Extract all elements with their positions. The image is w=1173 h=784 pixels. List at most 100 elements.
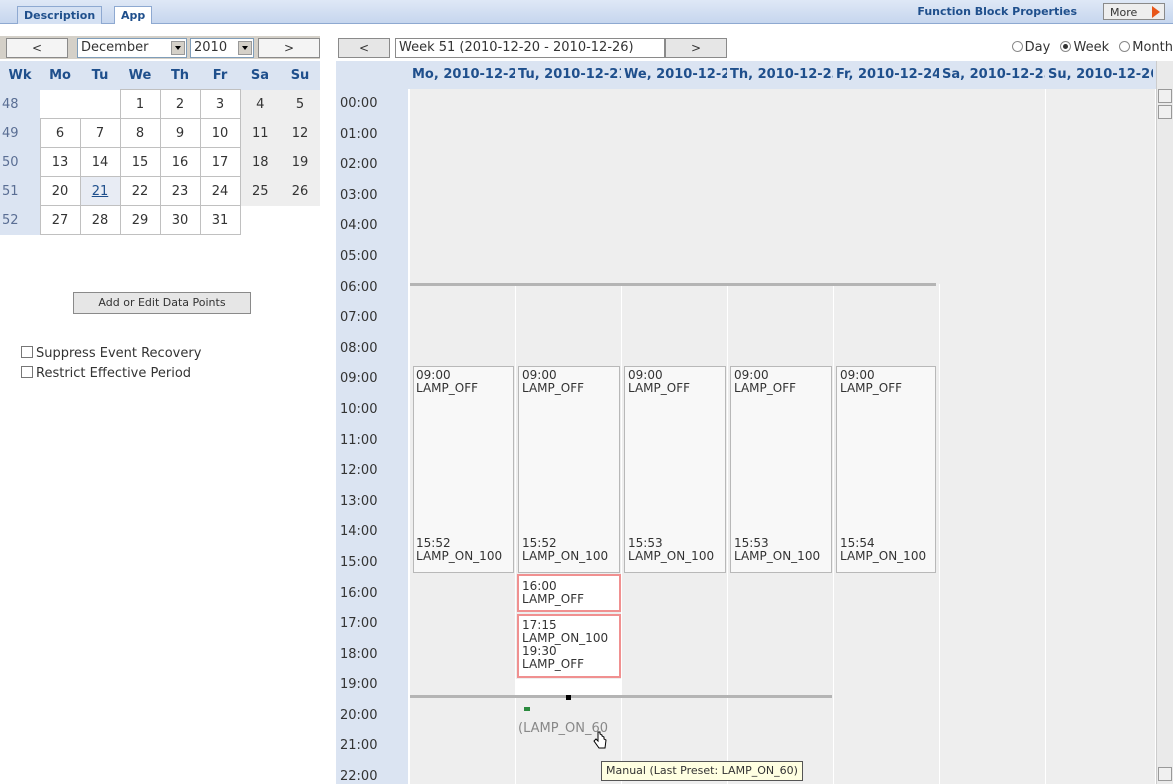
time-label: 19:00 — [340, 677, 378, 693]
week-number[interactable]: 49 — [0, 118, 40, 148]
time-label: 03:00 — [340, 187, 378, 203]
year-select[interactable]: 2010 — [190, 38, 254, 58]
radio-month[interactable]: Month — [1119, 40, 1173, 55]
chevron-down-icon — [238, 41, 252, 55]
calendar-day[interactable]: 19 — [280, 147, 320, 177]
prev-week-button[interactable]: < — [338, 38, 390, 58]
calendar-day[interactable]: 10 — [199, 118, 241, 148]
calendar-day[interactable]: 6 — [39, 118, 81, 148]
vertical-scrollbar[interactable] — [1156, 61, 1173, 784]
calendar-day[interactable]: 13 — [39, 147, 81, 177]
calendar-day[interactable]: 4 — [240, 89, 280, 119]
calendar-day[interactable]: 17 — [199, 147, 241, 177]
week-number[interactable]: 50 — [0, 147, 40, 177]
calendar-day[interactable]: 7 — [79, 118, 121, 148]
time-label: 10:00 — [340, 401, 378, 417]
calendar-day[interactable]: 11 — [240, 118, 280, 148]
calendar-day[interactable]: 5 — [280, 89, 320, 119]
radio-week[interactable]: Week — [1060, 40, 1109, 55]
event-label: LAMP_ON_100 — [840, 549, 927, 563]
calendar-day[interactable]: 24 — [199, 176, 241, 206]
day-header-tu[interactable]: Tu, 2010-12-21 — [516, 61, 621, 89]
tab-app[interactable]: App — [114, 6, 153, 24]
calendar-day[interactable]: 20 — [39, 176, 81, 206]
calendar-day[interactable]: 28 — [79, 205, 121, 235]
event-we-off[interactable]: 09:00 LAMP_OFF — [628, 369, 726, 395]
day-header-sa[interactable]: Sa, 2010-12-25 — [940, 61, 1045, 89]
time-label: 12:00 — [340, 463, 378, 479]
time-label: 16:00 — [340, 585, 378, 601]
calendar-day[interactable]: 27 — [39, 205, 81, 235]
calendar-day[interactable]: 30 — [159, 205, 201, 235]
event-th-off[interactable]: 09:00 LAMP_OFF — [734, 369, 832, 395]
calendar-day[interactable]: 15 — [119, 147, 161, 177]
time-label: 21:00 — [340, 738, 378, 754]
time-label: 05:00 — [340, 248, 378, 264]
event-we-on[interactable]: 15:53 LAMP_ON_100 — [628, 537, 726, 563]
event-tu-on[interactable]: 15:52 LAMP_ON_100 — [522, 537, 620, 563]
calendar-day[interactable]: 16 — [159, 147, 201, 177]
day-header-we[interactable]: We, 2010-12-22 — [622, 61, 727, 89]
calendar-day[interactable]: 22 — [119, 176, 161, 206]
tab-bar: Description App Function Block Propertie… — [0, 0, 1173, 24]
calendar-day[interactable]: 31 — [199, 205, 241, 235]
scroll-down-button[interactable] — [1158, 767, 1172, 781]
event-mo-off[interactable]: 09:00 LAMP_OFF — [416, 369, 514, 395]
calendar-day[interactable]: 29 — [119, 205, 161, 235]
calendar-day[interactable]: 26 — [280, 176, 320, 206]
event-mo-on[interactable]: 15:52 LAMP_ON_100 — [416, 537, 514, 563]
drag-handle[interactable] — [566, 695, 571, 700]
week-number[interactable]: 52 — [0, 205, 40, 235]
day-column-sa[interactable] — [940, 89, 1046, 784]
day-header-fr[interactable]: Fr, 2010-12-24 — [834, 61, 939, 89]
time-label: 06:00 — [340, 279, 378, 295]
calendar-day[interactable]: 12 — [280, 118, 320, 148]
calendar-day[interactable]: 14 — [79, 147, 121, 177]
week-label: Week 51 (2010-12-20 - 2010-12-26) — [395, 38, 665, 58]
calendar-day[interactable]: 18 — [240, 147, 280, 177]
day-header-mo[interactable]: Mo, 2010-12-20 — [410, 61, 515, 89]
prev-month-button[interactable]: < — [6, 38, 68, 58]
calendar-day[interactable]: 9 — [159, 118, 201, 148]
tab-description[interactable]: Description — [17, 6, 103, 24]
month-select[interactable]: December — [77, 38, 187, 58]
radio-icon — [1119, 41, 1131, 52]
radio-day[interactable]: Day — [1011, 40, 1050, 55]
day-header-th[interactable]: Th, 2010-12-23 — [728, 61, 833, 89]
event-fr-off[interactable]: 09:00 LAMP_OFF — [840, 369, 936, 395]
scroll-thumb[interactable] — [1158, 105, 1172, 119]
week-number[interactable]: 51 — [0, 176, 40, 206]
day-header-su[interactable]: Su, 2010-12-26 — [1046, 61, 1153, 89]
calendar-day[interactable]: 2 — [159, 89, 201, 119]
radio-week-label: Week — [1073, 40, 1110, 55]
calendar-empty — [80, 89, 120, 119]
restrict-effective-period-checkbox[interactable]: Restrict Effective Period — [21, 366, 191, 381]
calendar-day[interactable]: 25 — [240, 176, 280, 206]
calendar-day[interactable]: 8 — [119, 118, 161, 148]
day-header-row: Mo, 2010-12-20 Tu, 2010-12-21 We, 2010-1… — [336, 61, 1173, 89]
event-label: LAMP_OFF — [840, 381, 903, 395]
suppress-event-recovery-checkbox[interactable]: Suppress Event Recovery — [21, 346, 201, 361]
week-number[interactable]: 48 — [0, 89, 40, 119]
calendar-day[interactable]: 23 — [159, 176, 201, 206]
time-label: 17:00 — [340, 616, 378, 632]
function-block-properties-link[interactable]: Function Block Properties — [917, 5, 1077, 18]
calendar-day-today[interactable]: 21 — [79, 176, 121, 206]
calendar-day[interactable]: 3 — [199, 89, 241, 119]
tooltip: Manual (Last Preset: LAMP_ON_60) — [601, 761, 803, 781]
day-column-su[interactable] — [1046, 89, 1156, 784]
scroll-up-button[interactable] — [1158, 89, 1172, 103]
next-week-button[interactable]: > — [665, 38, 727, 58]
add-edit-data-points-button[interactable]: Add or Edit Data Points — [73, 292, 251, 314]
more-button[interactable]: More — [1103, 3, 1165, 20]
time-label: 01:00 — [340, 126, 378, 142]
header-week: Wk — [0, 61, 40, 90]
event-tu-off[interactable]: 09:00 LAMP_OFF — [522, 369, 620, 395]
time-label: 13:00 — [340, 493, 378, 509]
event-th-on[interactable]: 15:53 LAMP_ON_100 — [734, 537, 832, 563]
event-fr-on[interactable]: 15:54 LAMP_ON_100 — [840, 537, 936, 563]
calendar-day[interactable]: 1 — [119, 89, 161, 119]
checkbox-icon — [21, 366, 33, 378]
time-label: 00:00 — [340, 96, 378, 111]
next-month-button[interactable]: > — [258, 38, 320, 58]
